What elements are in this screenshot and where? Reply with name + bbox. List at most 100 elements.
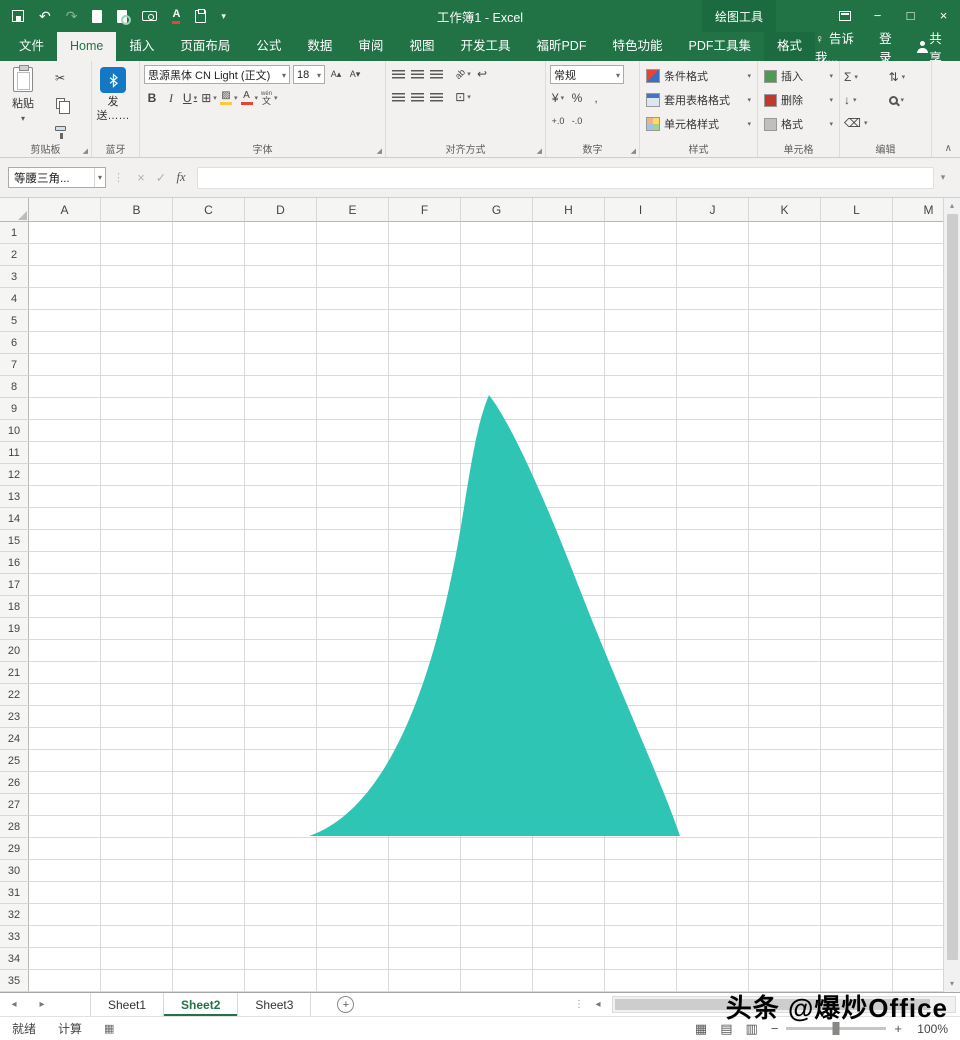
tab-PDF工具集[interactable]: PDF工具集 — [676, 32, 765, 61]
sheet-tab-Sheet1[interactable]: Sheet1 — [90, 993, 165, 1016]
merge-center-button[interactable]: ⊡ — [455, 88, 471, 106]
comma-style-button[interactable]: , — [588, 89, 604, 107]
insert-function-button[interactable]: fx — [171, 170, 191, 185]
font-name-combo[interactable]: 思源黑体 CN Light (正文) — [144, 65, 290, 84]
decrease-font-button[interactable]: A▾ — [347, 66, 363, 84]
new-document-icon[interactable] — [92, 9, 103, 23]
increase-decimal-button[interactable]: +.0 — [550, 112, 566, 130]
maximize-icon[interactable]: □ — [894, 0, 927, 32]
sort-filter-button[interactable]: ⇅ — [889, 67, 928, 87]
orientation-button[interactable]: ab — [453, 65, 471, 83]
paste-quick-icon[interactable] — [195, 8, 207, 23]
vertical-scroll-thumb[interactable] — [946, 214, 958, 960]
column-header-K[interactable]: K — [749, 198, 821, 222]
print-preview-icon[interactable] — [117, 9, 132, 25]
column-header-A[interactable]: A — [29, 198, 101, 222]
sheet-tab-Sheet3[interactable]: Sheet3 — [238, 993, 312, 1016]
cells-item-2[interactable]: 格式 — [762, 113, 835, 135]
bold-button[interactable]: B — [144, 89, 160, 107]
select-all-corner[interactable] — [0, 198, 29, 222]
font-size-combo[interactable]: 18 — [293, 65, 325, 84]
sign-in-button[interactable]: 登录 — [879, 28, 897, 66]
macro-record-icon[interactable]: ▦ — [104, 1022, 114, 1035]
percent-style-button[interactable]: % — [569, 89, 585, 107]
italic-button[interactable]: I — [163, 89, 179, 107]
clipboard-dialog-launcher[interactable]: ◢ — [83, 147, 88, 155]
column-header-F[interactable]: F — [389, 198, 461, 222]
scroll-up-icon[interactable]: ▴ — [950, 198, 954, 214]
alignment-dialog-launcher[interactable]: ◢ — [537, 147, 542, 155]
hscroll-left-icon[interactable]: ◂ — [584, 993, 612, 1016]
chevron-down-icon[interactable]: ▾ — [93, 168, 105, 187]
align-top-button[interactable] — [390, 65, 406, 83]
vertical-scrollbar[interactable]: ▴ ▾ — [943, 198, 960, 992]
qat-customize-icon[interactable]: ▾ — [221, 11, 226, 21]
borders-button[interactable]: ⊞ — [201, 89, 217, 107]
cells-item-1[interactable]: 删除 — [762, 89, 835, 111]
undo-icon[interactable]: ↶ — [39, 9, 51, 23]
tab-特色功能[interactable]: 特色功能 — [599, 32, 675, 61]
increase-font-button[interactable]: A▴ — [328, 66, 344, 84]
wrap-text-button[interactable]: ↩ — [474, 65, 490, 83]
tab-福昕PDF[interactable]: 福昕PDF — [523, 32, 599, 61]
styles-item-2[interactable]: 单元格样式 — [644, 113, 753, 135]
tab-格式[interactable]: 格式 — [764, 32, 816, 61]
formula-input[interactable] — [197, 166, 934, 189]
sheet-nav-right-icon[interactable]: ▸ — [28, 993, 56, 1016]
decrease-decimal-button[interactable]: -.0 — [569, 112, 585, 130]
styles-item-1[interactable]: 套用表格格式 — [644, 89, 753, 111]
cancel-button[interactable]: × — [131, 171, 151, 185]
column-header-H[interactable]: H — [533, 198, 605, 222]
number-format-combo[interactable]: 常规 — [550, 65, 624, 84]
styles-item-0[interactable]: 条件格式 — [644, 65, 753, 87]
drawn-shape[interactable] — [309, 395, 680, 836]
column-header-J[interactable]: J — [677, 198, 749, 222]
tell-me-button[interactable]: ♀ 告诉我... — [815, 28, 859, 66]
column-header-L[interactable]: L — [821, 198, 893, 222]
fill-color-button[interactable]: ▨ — [220, 89, 238, 107]
close-icon[interactable]: × — [927, 0, 960, 32]
tab-页面布局[interactable]: 页面布局 — [167, 32, 243, 61]
column-header-I[interactable]: I — [605, 198, 677, 222]
copy-button[interactable] — [52, 94, 70, 114]
tab-视图[interactable]: 视图 — [396, 32, 447, 61]
find-select-button[interactable] — [888, 90, 928, 110]
clear-button[interactable]: ⌫ — [844, 113, 883, 133]
tab-开发工具[interactable]: 开发工具 — [447, 32, 523, 61]
tab-数据[interactable]: 数据 — [294, 32, 345, 61]
tab-审阅[interactable]: 审阅 — [345, 32, 396, 61]
share-button[interactable]: 共享 — [916, 28, 946, 66]
number-dialog-launcher[interactable]: ◢ — [631, 147, 636, 155]
column-header-C[interactable]: C — [173, 198, 245, 222]
expand-formula-bar-icon[interactable]: ▾ — [934, 172, 952, 183]
normal-view-icon[interactable]: ▦ — [695, 1021, 707, 1037]
autosum-button[interactable]: Σ — [844, 67, 883, 87]
align-middle-button[interactable] — [409, 65, 425, 83]
camera-icon[interactable] — [142, 11, 158, 21]
tab-公式[interactable]: 公式 — [243, 32, 294, 61]
save-icon[interactable] — [12, 10, 24, 22]
align-right-button[interactable] — [428, 88, 444, 106]
column-header-D[interactable]: D — [245, 198, 317, 222]
accounting-format-button[interactable]: ¥ — [550, 89, 566, 107]
sheet-tab-Sheet2[interactable]: Sheet2 — [164, 993, 239, 1016]
ribbon-display-options-icon[interactable] — [828, 0, 861, 32]
minimize-icon[interactable]: − — [861, 0, 894, 32]
font-color-quick-icon[interactable]: A — [172, 8, 181, 24]
sheet-nav-left-icon[interactable]: ◂ — [0, 993, 28, 1016]
status-calculate[interactable]: 计算 — [58, 1020, 82, 1037]
scroll-down-icon[interactable]: ▾ — [950, 976, 954, 992]
cells-item-0[interactable]: 插入 — [762, 65, 835, 87]
column-header-B[interactable]: B — [101, 198, 173, 222]
font-color-button[interactable]: A — [240, 89, 259, 107]
font-dialog-launcher[interactable]: ◢ — [377, 147, 382, 155]
tab-splitter-handle[interactable]: ⋮ — [574, 993, 584, 1016]
align-center-button[interactable] — [409, 88, 425, 106]
name-box[interactable]: 等腰三角... ▾ — [8, 167, 106, 188]
column-header-G[interactable]: G — [461, 198, 533, 222]
cut-button[interactable]: ✂ — [52, 69, 68, 87]
align-bottom-button[interactable] — [428, 65, 444, 83]
new-sheet-button[interactable]: + — [337, 996, 355, 1013]
redo-icon[interactable]: ↷ — [66, 9, 78, 23]
column-header-M[interactable]: M — [893, 198, 943, 222]
